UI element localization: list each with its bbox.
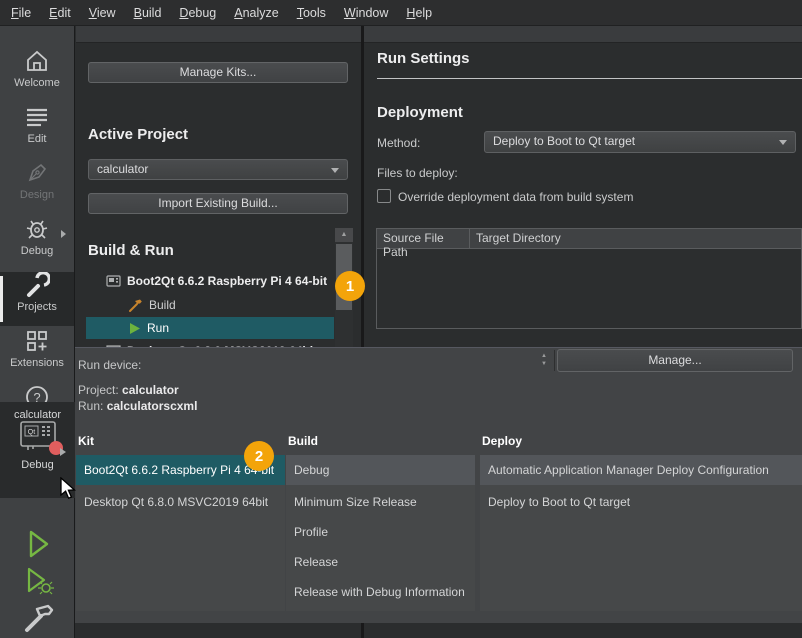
run-device-spinner[interactable]: ▲ ▼ xyxy=(539,352,549,368)
menu-debug[interactable]: Debug xyxy=(170,2,225,24)
run-settings-title: Run Settings xyxy=(377,50,470,67)
menu-file[interactable]: File xyxy=(2,2,40,24)
active-project-heading: Active Project xyxy=(88,126,188,143)
project-line: Project: calculator xyxy=(78,383,179,397)
menu-build[interactable]: Build xyxy=(125,2,171,24)
menu-help[interactable]: Help xyxy=(397,2,441,24)
step-badge-2: 2 xyxy=(244,441,274,471)
tree-kit-boot2qt[interactable]: Boot2Qt 6.6.2 Raspberry Pi 4 64-bit xyxy=(106,271,327,291)
method-label: Method: xyxy=(377,136,420,150)
deploy-column-header: Deploy xyxy=(482,434,522,448)
pen-icon xyxy=(24,160,50,186)
target-device-icon: Qt xyxy=(20,440,56,454)
sidebar-item-design: Design xyxy=(0,160,74,214)
files-to-deploy-label: Files to deploy: xyxy=(377,166,458,180)
menu-window[interactable]: Window xyxy=(335,2,397,24)
sidebar-item-edit[interactable]: Edit xyxy=(0,104,74,158)
run-line: Run: calculatorscxml xyxy=(78,399,197,413)
manage-devices-button[interactable]: Manage... xyxy=(557,349,793,372)
kit-column: Boot2Qt 6.6.2 Raspberry Pi 4 64-bit Desk… xyxy=(76,455,285,611)
sidebar-item-welcome[interactable]: Welcome xyxy=(0,48,74,102)
step-badge-1: 1 xyxy=(335,271,365,301)
menu-edit[interactable]: Edit xyxy=(40,2,80,24)
build-option-release[interactable]: Release xyxy=(286,550,475,575)
title-underline xyxy=(377,78,802,79)
deployment-method-dropdown[interactable]: Deploy to Boot to Qt target xyxy=(484,131,796,153)
build-and-run-heading: Build & Run xyxy=(88,242,174,259)
right-panel-header xyxy=(364,26,802,43)
mid-panel-header xyxy=(76,26,361,43)
build-button[interactable] xyxy=(0,602,75,636)
tree-item-run[interactable]: Run xyxy=(86,317,334,339)
embedded-device-icon xyxy=(106,275,121,288)
build-column: Debug Minimum Size Release Profile Relea… xyxy=(286,455,475,611)
run-play-icon xyxy=(23,528,53,560)
kit-option-desktop[interactable]: Desktop Qt 6.8.0 MSVC2019 64bit xyxy=(76,490,285,515)
override-deployment-checkbox[interactable] xyxy=(377,189,391,203)
debug-flyout-arrow-icon[interactable] xyxy=(61,230,66,238)
run-button[interactable] xyxy=(0,528,75,562)
override-deployment-label: Override deployment data from build syst… xyxy=(398,190,633,204)
run-device-label: Run device: xyxy=(78,358,141,372)
column-source-file-path[interactable]: Source File Path xyxy=(377,229,469,248)
build-hammer-icon xyxy=(21,602,55,636)
deploy-option-appman[interactable]: Automatic Application Manager Deploy Con… xyxy=(480,455,802,485)
kit-selector-project-label: calculator xyxy=(0,402,75,421)
debug-run-icon xyxy=(22,565,54,597)
menu-tools[interactable]: Tools xyxy=(288,2,335,24)
dropdown-arrow-icon xyxy=(331,168,339,173)
deploy-column: Automatic Application Manager Deploy Con… xyxy=(480,455,802,611)
target-selector-popup: Run device: ▲ ▼ Manage... Project: calcu… xyxy=(75,347,802,623)
svg-text:Qt: Qt xyxy=(27,429,34,436)
build-option-release-debug-info[interactable]: Release with Debug Information xyxy=(286,580,475,605)
deployment-heading: Deployment xyxy=(377,104,463,121)
menu-analyze[interactable]: Analyze xyxy=(225,2,287,24)
edit-lines-icon xyxy=(24,104,50,130)
bug-icon xyxy=(24,216,50,242)
debug-run-button[interactable] xyxy=(0,565,75,599)
sidebar-item-debug[interactable]: Debug xyxy=(0,216,74,270)
qt-creator-window: File Edit View Build Debug Analyze Tools… xyxy=(0,0,802,638)
home-icon xyxy=(24,48,50,74)
run-triangle-icon xyxy=(128,322,141,335)
spinner-separator xyxy=(554,350,555,371)
menu-view[interactable]: View xyxy=(80,2,125,24)
files-to-deploy-table: Source File Path Target Directory xyxy=(376,228,802,329)
build-option-debug[interactable]: Debug xyxy=(286,455,475,485)
extensions-icon xyxy=(24,328,50,354)
kit-selector-config-label: Debug xyxy=(0,459,75,471)
build-column-header: Build xyxy=(288,434,318,448)
kit-selector-expand-icon[interactable] xyxy=(60,448,66,456)
column-target-directory[interactable]: Target Directory xyxy=(469,229,567,248)
project-value: calculator xyxy=(122,383,179,397)
kit-column-header: Kit xyxy=(78,434,94,448)
build-option-profile[interactable]: Profile xyxy=(286,520,475,545)
run-value: calculatorscxml xyxy=(107,399,198,413)
mouse-cursor xyxy=(60,477,77,504)
menu-bar: File Edit View Build Debug Analyze Tools… xyxy=(0,0,802,26)
manage-kits-button[interactable]: Manage Kits... xyxy=(88,62,348,83)
tree-item-build[interactable]: Build xyxy=(128,295,176,315)
wrench-icon xyxy=(24,272,50,298)
deploy-option-boot2qt[interactable]: Deploy to Boot to Qt target xyxy=(480,490,802,515)
dropdown-arrow-icon xyxy=(779,140,787,145)
table-header-row: Source File Path Target Directory xyxy=(377,229,801,249)
sidebar-item-extensions[interactable]: Extensions xyxy=(0,328,74,382)
scrollbar-up-icon[interactable]: ▲ xyxy=(335,228,353,242)
active-project-dropdown[interactable]: calculator xyxy=(88,159,348,180)
sidebar-item-projects[interactable]: Projects xyxy=(0,272,74,326)
build-option-min-size-release[interactable]: Minimum Size Release xyxy=(286,490,475,515)
hammer-icon xyxy=(128,298,143,313)
import-existing-build-button[interactable]: Import Existing Build... xyxy=(88,193,348,214)
